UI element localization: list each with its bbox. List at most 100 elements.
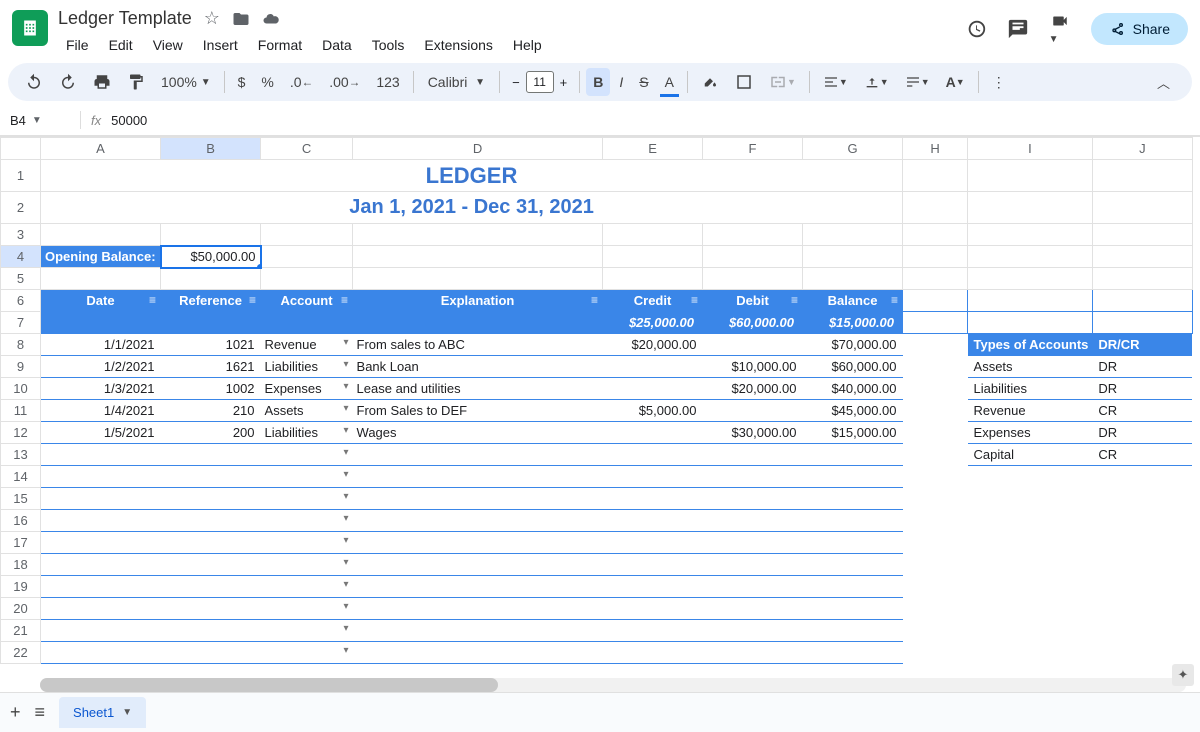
all-sheets-button[interactable]: ≡: [35, 702, 46, 723]
cell-explanation[interactable]: From Sales to DEF: [353, 400, 603, 422]
total-credit[interactable]: $25,000.00: [603, 312, 703, 334]
text-color-button[interactable]: A: [658, 68, 681, 96]
cell-account[interactable]: Liabilities: [261, 356, 353, 378]
explore-button[interactable]: ✦: [1172, 664, 1194, 686]
cell-account[interactable]: [261, 576, 353, 598]
percent-button[interactable]: %: [254, 68, 280, 96]
cell-balance[interactable]: $70,000.00: [803, 334, 903, 356]
ledger-subtitle[interactable]: Jan 1, 2021 - Dec 31, 2021: [41, 192, 903, 224]
cell-credit[interactable]: [603, 378, 703, 400]
cell-debit[interactable]: $10,000.00: [703, 356, 803, 378]
col-header[interactable]: J: [1092, 138, 1192, 160]
cell-debit[interactable]: $30,000.00: [703, 422, 803, 444]
col-header[interactable]: H: [903, 138, 968, 160]
cell-balance[interactable]: $60,000.00: [803, 356, 903, 378]
col-header[interactable]: B: [161, 138, 261, 160]
side-drcr[interactable]: CR: [1092, 400, 1192, 422]
menu-insert[interactable]: Insert: [195, 33, 246, 57]
increase-font-button[interactable]: +: [554, 71, 574, 94]
print-button[interactable]: [86, 67, 118, 97]
row-header[interactable]: 21: [1, 620, 41, 642]
col-debit[interactable]: Debit≡: [703, 290, 803, 312]
cell-date[interactable]: 1/3/2021: [41, 378, 161, 400]
cell-ref[interactable]: 210: [161, 400, 261, 422]
share-button[interactable]: Share: [1091, 13, 1188, 45]
move-icon[interactable]: [232, 10, 250, 28]
history-icon[interactable]: [965, 18, 987, 40]
row-header[interactable]: 2: [1, 192, 41, 224]
cell-explanation[interactable]: Lease and utilities: [353, 378, 603, 400]
menu-file[interactable]: File: [58, 33, 97, 57]
side-drcr[interactable]: DR: [1092, 422, 1192, 444]
cell-account[interactable]: [261, 444, 353, 466]
merge-button[interactable]: ▼: [762, 67, 803, 97]
cell-balance[interactable]: $45,000.00: [803, 400, 903, 422]
strike-button[interactable]: S: [632, 68, 655, 96]
select-all-cell[interactable]: [1, 138, 41, 160]
redo-button[interactable]: [52, 67, 84, 97]
total-balance[interactable]: $15,000.00: [803, 312, 903, 334]
spreadsheet-grid[interactable]: A B C D E F G H I J 1LEDGER 2Jan 1, 2021…: [0, 136, 1200, 666]
side-type[interactable]: Capital: [968, 444, 1093, 466]
col-header[interactable]: F: [703, 138, 803, 160]
cell-debit[interactable]: [703, 334, 803, 356]
sheets-logo[interactable]: [12, 10, 48, 46]
cell-credit[interactable]: $20,000.00: [603, 334, 703, 356]
row-header[interactable]: 14: [1, 466, 41, 488]
halign-button[interactable]: ▼: [816, 68, 855, 96]
cell-account[interactable]: [261, 488, 353, 510]
rotate-button[interactable]: A▼: [939, 68, 972, 96]
decrease-font-button[interactable]: −: [506, 71, 526, 94]
bold-button[interactable]: B: [586, 68, 610, 96]
row-header[interactable]: 18: [1, 554, 41, 576]
cell-account[interactable]: [261, 466, 353, 488]
cell-date[interactable]: 1/4/2021: [41, 400, 161, 422]
add-sheet-button[interactable]: +: [10, 702, 21, 723]
col-account[interactable]: Account≡: [261, 290, 353, 312]
cell-account[interactable]: [261, 532, 353, 554]
italic-button[interactable]: I: [612, 68, 630, 96]
horizontal-scrollbar[interactable]: [40, 678, 1186, 692]
star-icon[interactable]: ☆: [204, 8, 220, 29]
row-header[interactable]: 9: [1, 356, 41, 378]
more-formats-button[interactable]: 123: [369, 68, 406, 96]
row-header[interactable]: 12: [1, 422, 41, 444]
col-header[interactable]: A: [41, 138, 161, 160]
name-box[interactable]: B4▼: [10, 113, 80, 128]
opening-balance-cell[interactable]: $50,000.00: [161, 246, 261, 268]
col-header[interactable]: D: [353, 138, 603, 160]
wrap-button[interactable]: ▼: [898, 68, 937, 96]
row-header[interactable]: 15: [1, 488, 41, 510]
cell-ref[interactable]: 1002: [161, 378, 261, 400]
row-header[interactable]: 7: [1, 312, 41, 334]
cell-ref[interactable]: 1021: [161, 334, 261, 356]
cell-ref[interactable]: 1621: [161, 356, 261, 378]
side-type[interactable]: Assets: [968, 356, 1093, 378]
cloud-icon[interactable]: [262, 10, 280, 28]
menu-view[interactable]: View: [145, 33, 191, 57]
font-select[interactable]: Calibri ▼: [420, 70, 493, 94]
cell-credit[interactable]: [603, 356, 703, 378]
side-drcr[interactable]: DR: [1092, 378, 1192, 400]
cell-balance[interactable]: $15,000.00: [803, 422, 903, 444]
menu-edit[interactable]: Edit: [101, 33, 141, 57]
formula-input[interactable]: 50000: [111, 113, 147, 128]
collapse-toolbar-icon[interactable]: ︿: [1157, 73, 1182, 92]
cell-credit[interactable]: [603, 422, 703, 444]
zoom-select[interactable]: 100% ▼: [154, 68, 218, 96]
row-header[interactable]: 17: [1, 532, 41, 554]
menu-data[interactable]: Data: [314, 33, 360, 57]
cell-date[interactable]: 1/5/2021: [41, 422, 161, 444]
cell-account[interactable]: [261, 598, 353, 620]
comment-icon[interactable]: [1007, 18, 1029, 40]
paint-format-button[interactable]: [120, 67, 152, 97]
borders-button[interactable]: [728, 67, 760, 97]
menu-tools[interactable]: Tools: [364, 33, 413, 57]
side-type[interactable]: Expenses: [968, 422, 1093, 444]
col-header[interactable]: C: [261, 138, 353, 160]
col-header[interactable]: E: [603, 138, 703, 160]
cell-debit[interactable]: [703, 400, 803, 422]
row-header[interactable]: 11: [1, 400, 41, 422]
row-header[interactable]: 19: [1, 576, 41, 598]
document-title[interactable]: Ledger Template: [58, 8, 192, 29]
